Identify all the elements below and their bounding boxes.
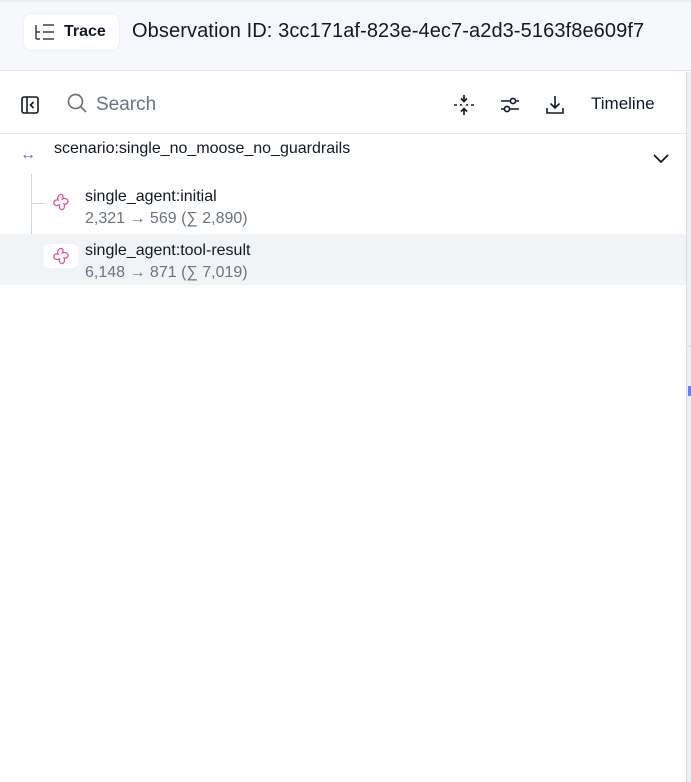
tree-row-name: single_agent:initial xyxy=(85,188,217,205)
token-usage: 2,321 → 569 (∑ 2,890) xyxy=(85,210,248,227)
tree-row-name: single_agent:tool-result xyxy=(85,242,251,259)
search-icon xyxy=(66,92,88,119)
generation-icon xyxy=(44,190,78,214)
header-bar: Trace Observation ID: 3cc171af-823e-4ec7… xyxy=(0,0,691,71)
timeline-button[interactable]: Timeline xyxy=(591,94,655,114)
search-input[interactable] xyxy=(96,94,396,116)
trace-badge[interactable]: Trace xyxy=(24,14,119,50)
tree-root-row[interactable]: ↔ scenario:single_no_moose_no_guardrails xyxy=(0,134,686,180)
filter-icon[interactable] xyxy=(497,92,523,118)
token-usage: 6,148 → 871 (∑ 7,019) xyxy=(85,264,248,281)
panel-toggle-icon[interactable] xyxy=(17,92,43,118)
page-title: Observation ID: 3cc171af-823e-4ec7-a2d3-… xyxy=(132,20,645,42)
trace-badge-label: Trace xyxy=(64,23,106,40)
collapse-icon[interactable] xyxy=(451,92,477,118)
tree-toolbar: Timeline xyxy=(0,72,686,134)
chevron-down-icon[interactable] xyxy=(652,152,670,170)
divider-tick xyxy=(687,346,691,347)
trace-list-icon xyxy=(34,22,56,42)
tree-root-name: scenario:single_no_moose_no_guardrails xyxy=(54,140,351,157)
span-arrows-icon: ↔ xyxy=(20,146,36,163)
tree-row[interactable]: single_agent:initial 2,321 → 569 (∑ 2,89… xyxy=(0,180,686,231)
search-box xyxy=(66,92,396,118)
tree-row-selected[interactable]: single_agent:tool-result 6,148 → 871 (∑ … xyxy=(0,234,686,285)
generation-icon xyxy=(44,244,78,268)
panel-divider-line xyxy=(686,72,687,782)
download-icon[interactable] xyxy=(542,92,568,118)
